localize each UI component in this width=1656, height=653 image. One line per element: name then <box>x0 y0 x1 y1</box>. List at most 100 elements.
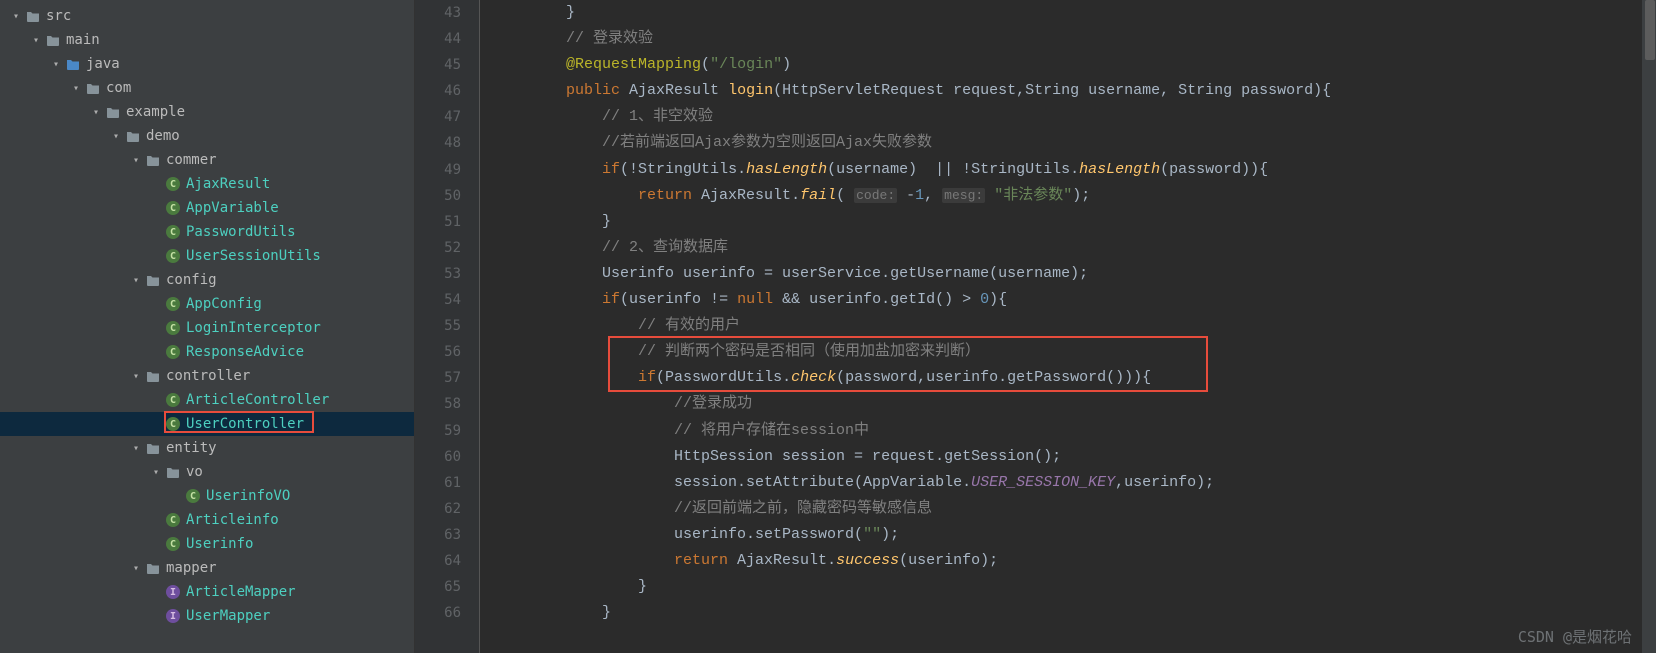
chevron-icon[interactable]: ▾ <box>108 131 124 142</box>
chevron-icon[interactable]: ▾ <box>8 11 24 22</box>
tree-item-usermapper[interactable]: IUserMapper <box>0 604 414 628</box>
code-line[interactable]: return AjaxResult.fail( code: -1, mesg: … <box>480 183 1656 209</box>
folder-icon <box>104 104 122 120</box>
code-line[interactable]: session.setAttribute(AppVariable.USER_SE… <box>480 470 1656 496</box>
tree-item-ajaxresult[interactable]: CAjaxResult <box>0 172 414 196</box>
chevron-icon[interactable]: ▾ <box>48 59 64 70</box>
chevron-icon[interactable]: ▾ <box>28 35 44 46</box>
code-line[interactable]: HttpSession session = request.getSession… <box>480 444 1656 470</box>
tree-item-config[interactable]: ▾ config <box>0 268 414 292</box>
line-number: 47 <box>415 104 479 130</box>
watermark-text: CSDN @是烟花哈 <box>1518 626 1632 647</box>
folder-icon <box>164 464 182 480</box>
tree-label: demo <box>146 128 180 144</box>
tree-item-articleinfo[interactable]: CArticleinfo <box>0 508 414 532</box>
line-number: 53 <box>415 261 479 287</box>
tree-item-appconfig[interactable]: CAppConfig <box>0 292 414 316</box>
code-line[interactable]: userinfo.setPassword(""); <box>480 522 1656 548</box>
tree-item-passwordutils[interactable]: C PasswordUtils <box>0 220 414 244</box>
line-number: 49 <box>415 157 479 183</box>
tree-label: AppVariable <box>186 200 279 216</box>
line-number: 60 <box>415 444 479 470</box>
vertical-scrollbar[interactable] <box>1642 0 1656 653</box>
code-line[interactable]: // 判断两个密码是否相同（使用加盐加密来判断） <box>480 339 1656 365</box>
code-editor[interactable]: 4344454647484950515253545556575859606162… <box>415 0 1656 653</box>
tree-item-controller[interactable]: ▾controller <box>0 364 414 388</box>
line-number: 66 <box>415 600 479 626</box>
folder-icon <box>144 440 162 456</box>
tree-item-java[interactable]: ▾ java <box>0 52 414 76</box>
tree-item-usersessionutils[interactable]: CUserSessionUtils <box>0 244 414 268</box>
code-line[interactable]: //若前端返回Ajax参数为空则返回Ajax失败参数 <box>480 130 1656 156</box>
chevron-icon[interactable]: ▾ <box>128 443 144 454</box>
code-line[interactable]: //返回前端之前，隐藏密码等敏感信息 <box>480 496 1656 522</box>
chevron-icon[interactable]: ▾ <box>148 467 164 478</box>
tree-label: mapper <box>166 560 217 576</box>
tree-item-appvariable[interactable]: CAppVariable <box>0 196 414 220</box>
line-number: 61 <box>415 470 479 496</box>
tree-item-responseadvice[interactable]: CResponseAdvice <box>0 340 414 364</box>
tree-item-demo[interactable]: ▾ demo <box>0 124 414 148</box>
tree-item-entity[interactable]: ▾entity <box>0 436 414 460</box>
code-area[interactable]: } // 登录效验 @RequestMapping("/login") publ… <box>480 0 1656 653</box>
chevron-icon[interactable]: ▾ <box>128 371 144 382</box>
tree-label: AjaxResult <box>186 176 270 192</box>
line-number: 48 <box>415 130 479 156</box>
scrollbar-thumb[interactable] <box>1645 0 1655 60</box>
code-line[interactable]: Userinfo userinfo = userService.getUsern… <box>480 261 1656 287</box>
tree-item-main[interactable]: ▾main <box>0 28 414 52</box>
code-line[interactable]: if(PasswordUtils.check(password,userinfo… <box>480 365 1656 391</box>
code-line[interactable]: // 1、非空效验 <box>480 104 1656 130</box>
code-line[interactable]: // 有效的用户 <box>480 313 1656 339</box>
chevron-icon[interactable]: ▾ <box>128 155 144 166</box>
tree-item-usercontroller[interactable]: CUserController <box>0 412 414 436</box>
class-icon: C <box>166 225 180 239</box>
folder-icon <box>84 80 102 96</box>
code-line[interactable]: //登录成功 <box>480 391 1656 417</box>
code-line[interactable]: } <box>480 209 1656 235</box>
project-tree-sidebar[interactable]: ▾src▾main▾java▾com▾example▾demo▾commerCA… <box>0 0 415 653</box>
code-line[interactable]: @RequestMapping("/login") <box>480 52 1656 78</box>
tree-item-com[interactable]: ▾ com <box>0 76 414 100</box>
tree-label: config <box>166 272 217 288</box>
tree-item-logininterceptor[interactable]: CLoginInterceptor <box>0 316 414 340</box>
code-line[interactable]: } <box>480 600 1656 626</box>
chevron-icon[interactable]: ▾ <box>128 563 144 574</box>
line-number: 65 <box>415 574 479 600</box>
interface-icon: I <box>166 585 180 599</box>
tree-item-userinfo[interactable]: CUserinfo <box>0 532 414 556</box>
tree-label: UserinfoVO <box>206 488 290 504</box>
tree-label: Articleinfo <box>186 512 279 528</box>
tree-label: commer <box>166 152 217 168</box>
tree-item-articlemapper[interactable]: IArticleMapper <box>0 580 414 604</box>
tree-item-mapper[interactable]: ▾ mapper <box>0 556 414 580</box>
code-line[interactable]: return AjaxResult.success(userinfo); <box>480 548 1656 574</box>
chevron-icon[interactable]: ▾ <box>128 275 144 286</box>
line-number: 50 <box>415 183 479 209</box>
code-line[interactable]: if(!StringUtils.hasLength(username) || !… <box>480 157 1656 183</box>
chevron-icon[interactable]: ▾ <box>68 83 84 94</box>
tree-item-articlecontroller[interactable]: CArticleController <box>0 388 414 412</box>
tree-label: PasswordUtils <box>186 224 296 240</box>
code-line[interactable]: } <box>480 0 1656 26</box>
source-folder-icon <box>64 56 82 72</box>
line-number: 44 <box>415 26 479 52</box>
code-line[interactable]: } <box>480 574 1656 600</box>
code-line[interactable]: if(userinfo != null && userinfo.getId() … <box>480 287 1656 313</box>
line-number: 54 <box>415 287 479 313</box>
folder-icon <box>124 128 142 144</box>
tree-label: java <box>86 56 120 72</box>
code-line[interactable]: public AjaxResult login(HttpServletReque… <box>480 78 1656 104</box>
chevron-icon[interactable]: ▾ <box>88 107 104 118</box>
code-line[interactable]: // 登录效验 <box>480 26 1656 52</box>
line-number-gutter: 4344454647484950515253545556575859606162… <box>415 0 480 653</box>
code-line[interactable]: // 2、查询数据库 <box>480 235 1656 261</box>
tree-item-vo[interactable]: ▾vo <box>0 460 414 484</box>
tree-item-commer[interactable]: ▾ commer <box>0 148 414 172</box>
code-line[interactable]: // 将用户存储在session中 <box>480 418 1656 444</box>
tree-item-example[interactable]: ▾example <box>0 100 414 124</box>
folder-icon <box>144 368 162 384</box>
tree-label: com <box>106 80 131 96</box>
tree-item-src[interactable]: ▾src <box>0 4 414 28</box>
tree-item-userinfovo[interactable]: CUserinfoVO <box>0 484 414 508</box>
